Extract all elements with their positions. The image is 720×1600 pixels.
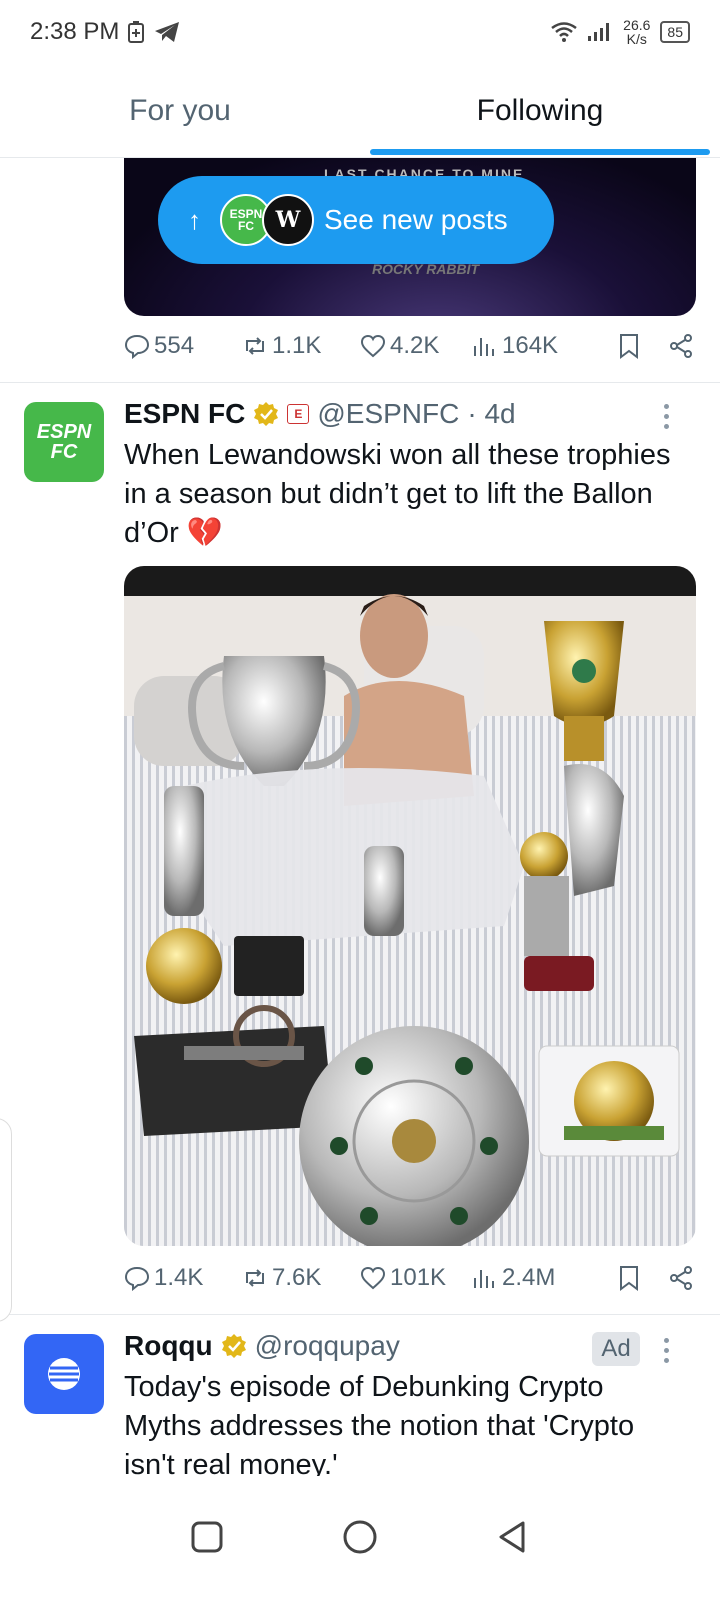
- reply-button[interactable]: 1.4K: [124, 1264, 242, 1292]
- more-options-icon[interactable]: [658, 1338, 674, 1363]
- like-count: 4.2K: [390, 332, 440, 359]
- verified-icon: [254, 402, 279, 426]
- share-icon[interactable]: [668, 333, 694, 359]
- battery-saver-icon: [128, 21, 145, 43]
- reply-icon: [124, 334, 150, 359]
- timeline-tabs: For you Following: [0, 72, 720, 158]
- more-options-icon[interactable]: [658, 404, 674, 429]
- like-icon: [360, 1266, 386, 1290]
- battery-indicator: 85: [660, 21, 690, 43]
- view-count: 164K: [502, 332, 559, 359]
- like-button[interactable]: 101K: [360, 1264, 472, 1292]
- verified-icon: [221, 1334, 246, 1358]
- wifi-icon: [551, 22, 577, 42]
- nav-recents-button[interactable]: [187, 1517, 227, 1562]
- network-speed: 26.6 K/s: [623, 18, 650, 46]
- ad-author-name[interactable]: Roqqu: [124, 1330, 213, 1362]
- like-button[interactable]: 4.2K: [360, 332, 472, 360]
- nav-home-icon: [343, 1520, 377, 1553]
- tab-for-you-label: For you: [129, 94, 231, 127]
- status-bar: 2:38 PM 26.6 K/s 85: [0, 0, 720, 64]
- espn-avatar-text: ESPN FC: [36, 421, 92, 463]
- system-navigation-bar: [0, 1478, 720, 1600]
- espn-avatar[interactable]: ESPN FC: [24, 402, 104, 482]
- tweet-header: ESPN FC E @ESPNFC · 4d: [124, 396, 516, 432]
- ad-tweet-text: Today's episode of Debunking Crypto Myth…: [124, 1371, 635, 1476]
- author-handle[interactable]: @ESPNFC: [317, 398, 459, 430]
- status-time: 2:38 PM: [30, 18, 120, 45]
- media-brand: ROCKY RABBIT: [372, 261, 480, 277]
- views-icon: [474, 338, 494, 356]
- ad-tweet-header: Roqqu @roqqupay: [124, 1328, 400, 1364]
- telegram-icon: [155, 22, 180, 42]
- reply-button[interactable]: 554: [124, 332, 242, 360]
- repost-icon: [246, 337, 264, 355]
- view-count: 2.4M: [502, 1264, 556, 1291]
- reply-count: 1.4K: [154, 1264, 204, 1291]
- nav-home-button[interactable]: [340, 1517, 380, 1562]
- like-count: 101K: [390, 1264, 447, 1291]
- side-drawer-handle[interactable]: [0, 1118, 12, 1322]
- tab-for-you[interactable]: For you: [0, 72, 360, 157]
- views-button[interactable]: 164K: [472, 332, 598, 360]
- see-new-posts-button[interactable]: ↑ ESPN FC W See new posts: [158, 176, 554, 264]
- ad-author-handle[interactable]: @roqqupay: [255, 1330, 400, 1362]
- affiliate-badge-icon: E: [287, 404, 310, 424]
- bookmark-icon[interactable]: [616, 333, 642, 359]
- share-icon[interactable]: [668, 1265, 694, 1291]
- post-divider: [0, 382, 720, 383]
- repost-button[interactable]: 7.6K: [242, 1264, 360, 1292]
- repost-count: 7.6K: [272, 1264, 322, 1291]
- nav-back-button[interactable]: [493, 1517, 533, 1562]
- arrow-up-icon: ↑: [188, 204, 201, 235]
- net-speed-value: 26.6: [623, 17, 651, 33]
- see-new-posts-label: See new posts: [324, 204, 508, 235]
- reply-icon: [124, 1266, 150, 1291]
- tweet-photo[interactable]: [124, 566, 696, 1246]
- roqqu-avatar[interactable]: [24, 1334, 104, 1414]
- signal-icon: [588, 23, 610, 41]
- like-icon: [360, 334, 386, 358]
- ad-badge: Ad: [592, 1332, 640, 1366]
- nav-recents-icon: [191, 1521, 223, 1552]
- repost-icon: [246, 1269, 264, 1287]
- reply-count: 554: [154, 332, 195, 359]
- post-divider: [0, 1314, 720, 1315]
- tweet-actions: 1.4K 7.6K 101K 2.4M: [124, 1258, 694, 1298]
- tab-following-label: Following: [476, 94, 604, 127]
- roqqu-logo-icon: [48, 1358, 80, 1390]
- repost-count: 1.1K: [272, 332, 322, 359]
- previous-post-actions: 554 1.1K 4.2K 164K: [124, 326, 694, 366]
- net-speed-unit: K/s: [626, 31, 647, 47]
- new-post-avatar-w: W: [262, 194, 314, 246]
- views-button[interactable]: 2.4M: [472, 1264, 598, 1292]
- views-icon: [474, 1270, 494, 1288]
- tab-following[interactable]: Following: [360, 72, 720, 157]
- author-name[interactable]: ESPN FC: [124, 398, 245, 430]
- photo-illustration: [124, 566, 696, 1246]
- active-tab-indicator: [370, 149, 710, 155]
- nav-back-icon: [499, 1521, 525, 1552]
- post-time: · 4d: [467, 398, 516, 429]
- bookmark-icon[interactable]: [616, 1265, 642, 1291]
- repost-button[interactable]: 1.1K: [242, 332, 360, 360]
- tweet-text: When Lewandowski won all these trophies …: [124, 439, 671, 549]
